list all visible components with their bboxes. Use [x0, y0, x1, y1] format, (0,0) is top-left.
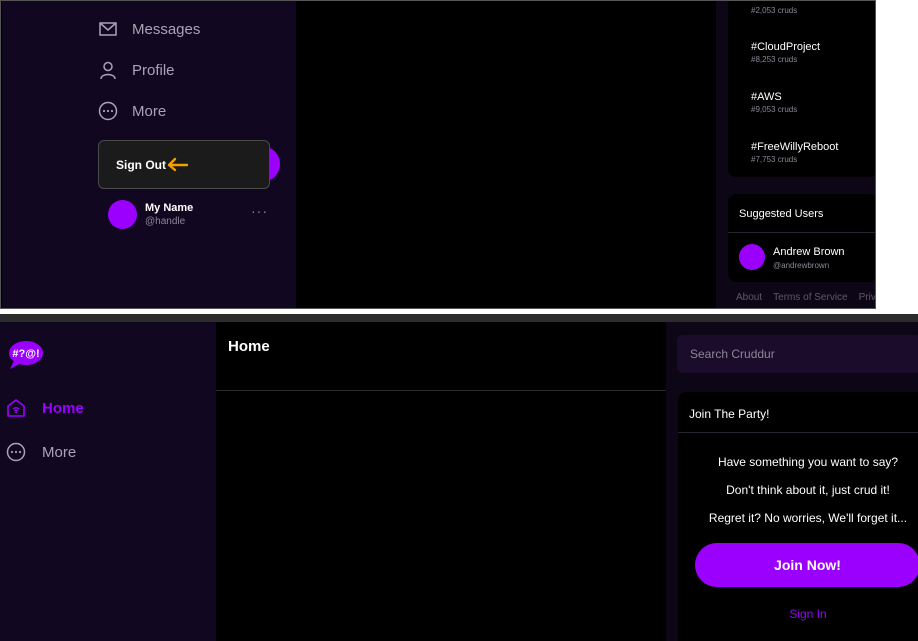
user-menu-icon[interactable]: ··· [251, 204, 268, 218]
ellipsis-circle-icon [6, 442, 26, 462]
bottom-panel: #?@! Home More Home Join The Party! Have… [0, 314, 918, 641]
nav-item-label: Messages [132, 20, 201, 38]
bottom-right-sidebar: Join The Party! Have something you want … [666, 322, 918, 641]
suggested-users-card: Suggested Users Andrew Brown @andrewbrow… [728, 194, 875, 282]
nav-item-label: More [132, 102, 167, 120]
trending-card: #2,053 cruds #CloudProject #8,253 cruds … [728, 1, 875, 177]
footer-link-terms[interactable]: Terms of Service [773, 292, 847, 303]
bottom-sidebar: #?@! Home More [0, 322, 216, 641]
sign-out-popup: Sign Out [98, 140, 270, 189]
join-card-title: Join The Party! [689, 407, 770, 421]
sign-in-link[interactable]: Sign In [678, 607, 918, 621]
divider [678, 432, 918, 433]
trend-item[interactable]: #2,053 cruds [751, 4, 797, 15]
suggested-user-name[interactable]: Andrew Brown [773, 246, 845, 258]
top-main-feed [296, 1, 716, 308]
trend-item[interactable]: #CloudProject #8,253 cruds [751, 41, 820, 64]
trend-item[interactable]: #FreeWillyReboot #7,753 cruds [751, 141, 838, 164]
envelope-icon [99, 22, 117, 36]
join-now-button[interactable]: Join Now! [695, 543, 918, 587]
trend-item[interactable]: #AWS #9,053 cruds [751, 91, 797, 114]
nav-item-home[interactable]: Home [6, 398, 84, 418]
top-sidebar: Messages Profile More Sign Out My Name @… [2, 1, 296, 308]
footer-links: About Terms of Service Priva [736, 292, 875, 303]
trend-tag: #CloudProject [751, 41, 821, 53]
user-handle: @handle [145, 216, 186, 227]
user-icon [100, 61, 116, 80]
join-card-line: Don't think about it, just crud it! [726, 483, 890, 497]
divider [216, 390, 666, 391]
join-card-line: Regret it? No worries, We'll forget it..… [708, 511, 908, 525]
footer-link-about[interactable]: About [736, 292, 762, 303]
sign-out-button[interactable]: Sign Out [116, 158, 166, 172]
divider [728, 232, 875, 233]
avatar[interactable] [108, 200, 137, 229]
page-title: Home [228, 338, 270, 355]
nav-item-profile[interactable]: Profile [98, 60, 175, 80]
trend-tag: #FreeWillyReboot [751, 141, 839, 153]
ellipsis-circle-icon [98, 101, 118, 121]
top-panel: Messages Profile More Sign Out My Name @… [0, 0, 876, 309]
arrow-pointer-icon [167, 157, 189, 172]
nav-item-label: Home [42, 399, 84, 417]
cruddur-logo-icon[interactable]: #?@! [6, 339, 44, 370]
nav-item-more[interactable]: More [6, 442, 76, 462]
join-card-line: Have something you want to say? [717, 455, 899, 469]
trend-count: #7,753 cruds [751, 155, 798, 164]
trend-count: #8,253 cruds [751, 55, 798, 64]
search-input[interactable] [677, 335, 918, 373]
join-party-card: Join The Party! Have something you want … [678, 392, 918, 641]
bottom-main-feed: Home [216, 322, 666, 641]
home-icon [7, 399, 25, 417]
screenshot-root: Messages Profile More Sign Out My Name @… [0, 0, 918, 641]
trend-count: #2,053 cruds [751, 6, 798, 15]
trend-count: #9,053 cruds [751, 105, 798, 114]
trend-tag: #AWS [751, 91, 782, 103]
nav-item-label: More [42, 443, 77, 461]
logo-text: #?@! [12, 348, 39, 360]
suggested-users-title: Suggested Users [739, 208, 824, 220]
footer-link-privacy[interactable]: Priva [859, 292, 875, 303]
top-right-sidebar: #2,053 cruds #CloudProject #8,253 cruds … [716, 1, 875, 308]
nav-item-label: Profile [132, 61, 175, 79]
avatar[interactable] [739, 244, 765, 270]
user-name: My Name [145, 202, 194, 214]
nav-item-messages[interactable]: Messages [98, 19, 200, 39]
suggested-user-handle: @andrewbrown [773, 261, 830, 270]
nav-item-more[interactable]: More [98, 101, 166, 121]
